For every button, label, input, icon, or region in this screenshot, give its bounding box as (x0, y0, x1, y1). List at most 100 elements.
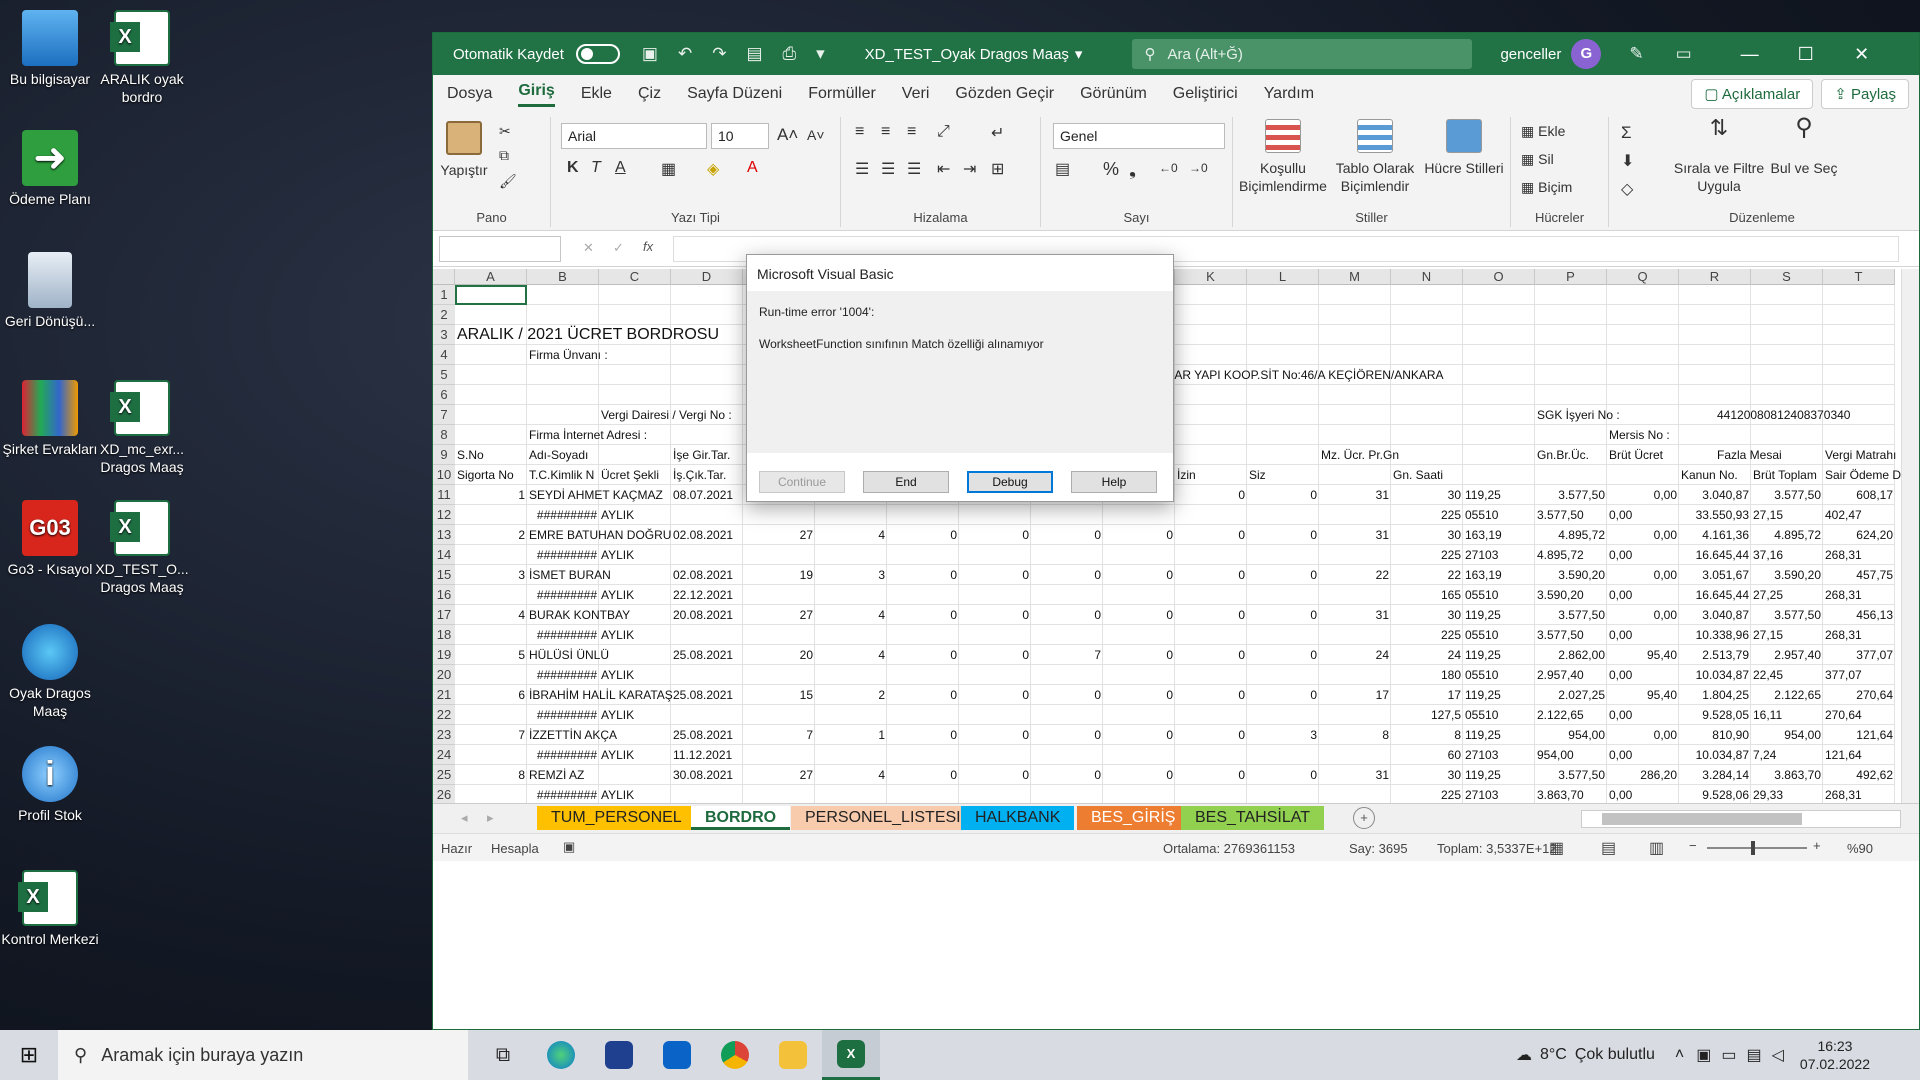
cell[interactable]: 17 (1391, 685, 1463, 705)
cell[interactable]: SEYDİ AHMET KAÇMAZ (527, 485, 667, 505)
autosum-icon[interactable]: Σ (1621, 123, 1632, 143)
cell[interactable]: 119,25 (1463, 725, 1535, 745)
cell[interactable]: 4.895,72 (1751, 525, 1823, 545)
italic-button[interactable]: T (591, 159, 601, 177)
cell[interactable]: 0 (1175, 485, 1247, 505)
cell[interactable]: 0,00 (1607, 705, 1679, 725)
cell[interactable]: 1.804,25 (1679, 685, 1751, 705)
cell[interactable]: 2.513,79 (1679, 645, 1751, 665)
share-button[interactable]: ⇪ Paylaş (1821, 79, 1909, 109)
autosave-toggle[interactable] (575, 44, 620, 64)
cell[interactable]: ######### (527, 665, 599, 685)
row-header[interactable]: 25 (433, 765, 455, 785)
cell[interactable]: 2 (815, 685, 887, 705)
tray-chevron-icon[interactable]: ˄ (1675, 1046, 1684, 1064)
row-header[interactable]: 22 (433, 705, 455, 725)
cell[interactable]: 05510 (1463, 625, 1535, 645)
cell[interactable]: 0,00 (1607, 665, 1679, 685)
cell[interactable]: 7 (1031, 645, 1103, 665)
menu-ciz[interactable]: Çiz (638, 85, 661, 103)
cell[interactable]: 0 (959, 605, 1031, 625)
cell[interactable]: ######### (527, 505, 599, 525)
row-header[interactable]: 21 (433, 685, 455, 705)
cell[interactable]: 225 (1391, 625, 1463, 645)
font-name-select[interactable]: Arial (561, 123, 707, 149)
row-header[interactable]: 19 (433, 645, 455, 665)
taskbar-search[interactable]: ⚲ Aramak için buraya yazın (58, 1030, 468, 1080)
normal-view-icon[interactable]: ▦ (1549, 838, 1564, 858)
comments-button[interactable]: ▢ Açıklamalar (1691, 79, 1814, 109)
horizontal-scrollbar[interactable] (1581, 810, 1901, 828)
cell[interactable]: 0 (959, 685, 1031, 705)
windows-start-icon[interactable]: ⊞ (0, 1042, 58, 1068)
cell[interactable]: İBRAHİM HALİL KARATAŞ (527, 685, 673, 705)
orientation-icon[interactable]: ⤢ (937, 123, 950, 141)
cell[interactable]: 163,19 (1463, 565, 1535, 585)
clock[interactable]: 16:23 07.02.2022 (1800, 1037, 1870, 1073)
desktop-icon-this-pc[interactable]: Bu bilgisayar (0, 10, 100, 88)
cancel-icon[interactable]: ✕ (583, 240, 594, 256)
tab-bes-giris[interactable]: BES_GİRİŞ (1077, 806, 1190, 830)
row-header[interactable]: 5 (433, 365, 455, 385)
column-header[interactable]: O (1463, 269, 1535, 285)
cell[interactable]: 24 (1319, 645, 1391, 665)
row-header[interactable]: 23 (433, 725, 455, 745)
edge-icon[interactable] (532, 1030, 590, 1080)
menu-veri[interactable]: Veri (902, 85, 930, 103)
underline-button[interactable]: A (615, 159, 626, 177)
cell[interactable]: 0 (1031, 765, 1103, 785)
cell[interactable]: 3.051,67 (1679, 565, 1751, 585)
cell[interactable]: 11.12.2021 (671, 745, 743, 765)
cell[interactable]: 3.590,20 (1535, 585, 1607, 605)
name-box[interactable] (439, 236, 561, 262)
cell[interactable]: 121,64 (1823, 725, 1895, 745)
cell[interactable]: ######### (527, 625, 599, 645)
row-header[interactable]: 11 (433, 485, 455, 505)
cell[interactable]: 119,25 (1463, 605, 1535, 625)
row-header[interactable]: 4 (433, 345, 455, 365)
column-header[interactable]: T (1823, 269, 1895, 285)
cell[interactable]: 0,00 (1607, 525, 1679, 545)
cell[interactable]: 27 (743, 605, 815, 625)
row-header[interactable]: 6 (433, 385, 455, 405)
cell[interactable]: 180 (1391, 665, 1463, 685)
cell[interactable]: 22 (1319, 565, 1391, 585)
cell[interactable]: 608,17 (1823, 485, 1895, 505)
cell[interactable]: 225 (1391, 785, 1463, 803)
cell[interactable]: 4.895,72 (1535, 545, 1607, 565)
cell[interactable]: 3.863,70 (1535, 785, 1607, 803)
cell[interactable]: 31 (1319, 525, 1391, 545)
select-all-corner[interactable] (433, 269, 455, 285)
cell[interactable]: Kanun No. (1679, 465, 1751, 485)
pen-icon[interactable]: ✎ (1629, 44, 1643, 64)
cell[interactable]: 31 (1319, 485, 1391, 505)
cell[interactable]: 0 (959, 565, 1031, 585)
wrap-text-icon[interactable]: ↵ (991, 123, 1004, 143)
cell[interactable]: 19 (743, 565, 815, 585)
cell[interactable]: 7,24 (1751, 745, 1823, 765)
merge-center-icon[interactable]: ⊞ (991, 159, 1004, 179)
cell[interactable]: 02.08.2021 (671, 525, 743, 545)
cell[interactable]: 0,00 (1607, 725, 1679, 745)
network-icon[interactable]: ▤ (1746, 1045, 1761, 1065)
cell[interactable]: S.No (455, 445, 527, 465)
desktop-icon-odeme-plani[interactable]: ➜ Ödeme Planı (0, 130, 100, 208)
cell[interactable]: 27,15 (1751, 625, 1823, 645)
desktop-icon-kontrol-merkezi[interactable]: Kontrol Merkezi (0, 870, 100, 948)
cell[interactable]: 3 (815, 565, 887, 585)
increase-indent-icon[interactable]: ⇥ (963, 159, 976, 179)
cell[interactable]: 15 (743, 685, 815, 705)
cell[interactable]: 27103 (1463, 785, 1535, 803)
conditional-format-button[interactable]: Koşullu Biçimlendirme (1237, 119, 1329, 195)
cell[interactable]: 9.528,06 (1679, 785, 1751, 803)
cell[interactable]: 0 (1247, 685, 1319, 705)
cell[interactable]: 954,00 (1535, 745, 1607, 765)
cell[interactable]: 270,64 (1823, 705, 1895, 725)
cell[interactable]: 3.577,50 (1751, 605, 1823, 625)
cell[interactable]: Sigorta No (455, 465, 527, 485)
cell[interactable]: İZZETTİN AKÇA (527, 725, 667, 745)
cell[interactable]: 225 (1391, 505, 1463, 525)
cell[interactable]: 4.161,36 (1679, 525, 1751, 545)
cell[interactable]: 0 (1175, 765, 1247, 785)
battery-icon[interactable]: ▭ (1721, 1045, 1736, 1065)
